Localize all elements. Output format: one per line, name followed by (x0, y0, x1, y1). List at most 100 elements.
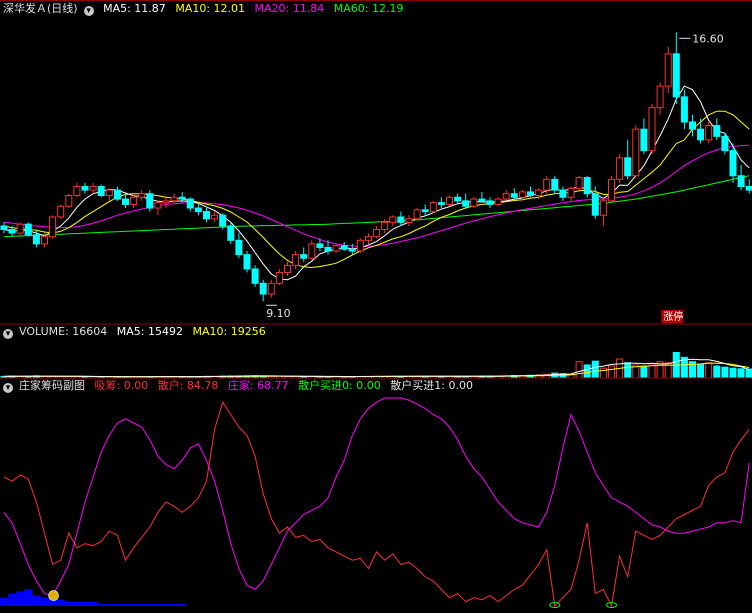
indicator-title: 庄家筹码副图 (19, 379, 85, 392)
accumulate-bar (24, 589, 33, 606)
candle-body (454, 196, 462, 202)
candle-body (608, 178, 615, 202)
candle-body (211, 214, 219, 220)
price-panel-header: 深华发Ａ(日线) ▾ MA5: 11.87 MA10: 12.01 MA20: 1… (3, 1, 409, 17)
candle-body (49, 216, 57, 238)
candle-body (680, 96, 688, 123)
candle-body (308, 243, 316, 259)
accumulate-bar (16, 591, 25, 606)
arrow-down-icon[interactable]: ▾ (83, 6, 94, 16)
retail-buy1-label: 散户买进1: 0.00 (390, 379, 474, 392)
candle-body (616, 157, 624, 180)
candle-body (81, 186, 89, 191)
volume-bar (599, 367, 607, 379)
indicator-panel-header: ▾ 庄家筹码副图 吸筹: 0.00 散户: 84.78 庄家: 68.77 散户买… (3, 378, 479, 394)
accumulate-bar (113, 603, 122, 606)
candle-body (389, 216, 397, 223)
candle-body (632, 128, 640, 177)
candle-body (470, 198, 478, 207)
ma60-label: MA60: 12.19 (333, 2, 404, 15)
candle-body (154, 202, 162, 209)
accumulate-label: 吸筹: 0.00 (94, 379, 149, 392)
retail-buy0-label: 散户买进0: 0.00 (298, 379, 381, 392)
volume-bar (575, 361, 583, 379)
candle-body (41, 236, 48, 245)
candle-body (599, 200, 607, 216)
candle-body (235, 239, 243, 256)
candle-body (356, 239, 364, 252)
candle-body (502, 193, 510, 200)
candle-body (65, 194, 73, 207)
candle-body (510, 193, 518, 198)
candle-body (178, 196, 186, 200)
volume-bar (705, 362, 713, 379)
accumulate-bar (137, 603, 146, 606)
accumulate-bar (153, 603, 163, 606)
candle-body (284, 264, 291, 274)
accumulate-bar (89, 601, 98, 606)
candle-body (624, 157, 632, 177)
candle-body (324, 246, 332, 252)
candle-body (713, 125, 721, 137)
accumulate-bar (40, 597, 49, 606)
candle-body (57, 205, 65, 218)
candle-body (243, 254, 251, 270)
limit-up-badge-label: 涨停 (663, 310, 683, 323)
stock-title[interactable]: 深华发Ａ(日线) (3, 2, 78, 15)
candle-body (97, 186, 105, 196)
candle-body (697, 128, 705, 141)
accumulate-bar (81, 601, 90, 606)
candle-body (591, 193, 599, 216)
candle-body (543, 178, 551, 191)
candle-body (397, 216, 405, 223)
volume-bar (729, 367, 737, 379)
candle-body (0, 225, 8, 231)
accumulate-bar (105, 603, 114, 606)
candle-body (575, 177, 583, 189)
candle-body (162, 200, 170, 204)
candle-body (365, 236, 372, 241)
candle-body (648, 107, 656, 152)
ma5-label: MA5: 11.87 (103, 2, 166, 15)
candle-body (259, 282, 267, 295)
accumulate-bar (56, 599, 65, 606)
arrow-down-icon[interactable]: ▾ (3, 383, 13, 393)
candle-body (16, 223, 24, 234)
candle-body (640, 128, 648, 152)
candle-body (122, 198, 129, 205)
candle-body (300, 254, 308, 259)
volume-bar (713, 365, 721, 379)
accumulate-bar (129, 603, 138, 606)
candle-body (267, 282, 275, 295)
candle-body (672, 53, 680, 98)
candle-body (437, 202, 445, 205)
candle-body (32, 234, 40, 245)
accumulate-bar (97, 603, 106, 606)
volume-bar (745, 368, 752, 379)
candle-body (494, 198, 502, 205)
candle-body (340, 245, 348, 250)
volume-panel-header: ▾ VOLUME: 16604 MA5: 15492 MA10: 19256 (3, 324, 272, 340)
candle-body (105, 189, 113, 196)
volume-ma10-label: MA10: 19256 (192, 325, 266, 338)
candle-body (737, 175, 745, 188)
candle-body (316, 243, 324, 248)
candle-body (251, 268, 259, 284)
candle-body (381, 221, 389, 231)
candle-body (656, 85, 664, 109)
volume-bar (737, 368, 745, 379)
accumulate-bar (170, 603, 179, 606)
candle-body (405, 218, 413, 223)
volume-bar (608, 365, 615, 379)
candle-body (292, 254, 300, 266)
accumulate-bar (0, 597, 9, 606)
candle-body (227, 225, 235, 241)
candle-body (73, 186, 81, 196)
accumulate-bar (72, 601, 82, 606)
candle-body (567, 187, 575, 198)
chart-background (0, 0, 752, 613)
ma20-label: MA20: 11.84 (254, 2, 325, 15)
candle-body (689, 121, 696, 130)
arrow-down-icon[interactable]: ▾ (3, 329, 13, 339)
candle-body (729, 150, 737, 177)
